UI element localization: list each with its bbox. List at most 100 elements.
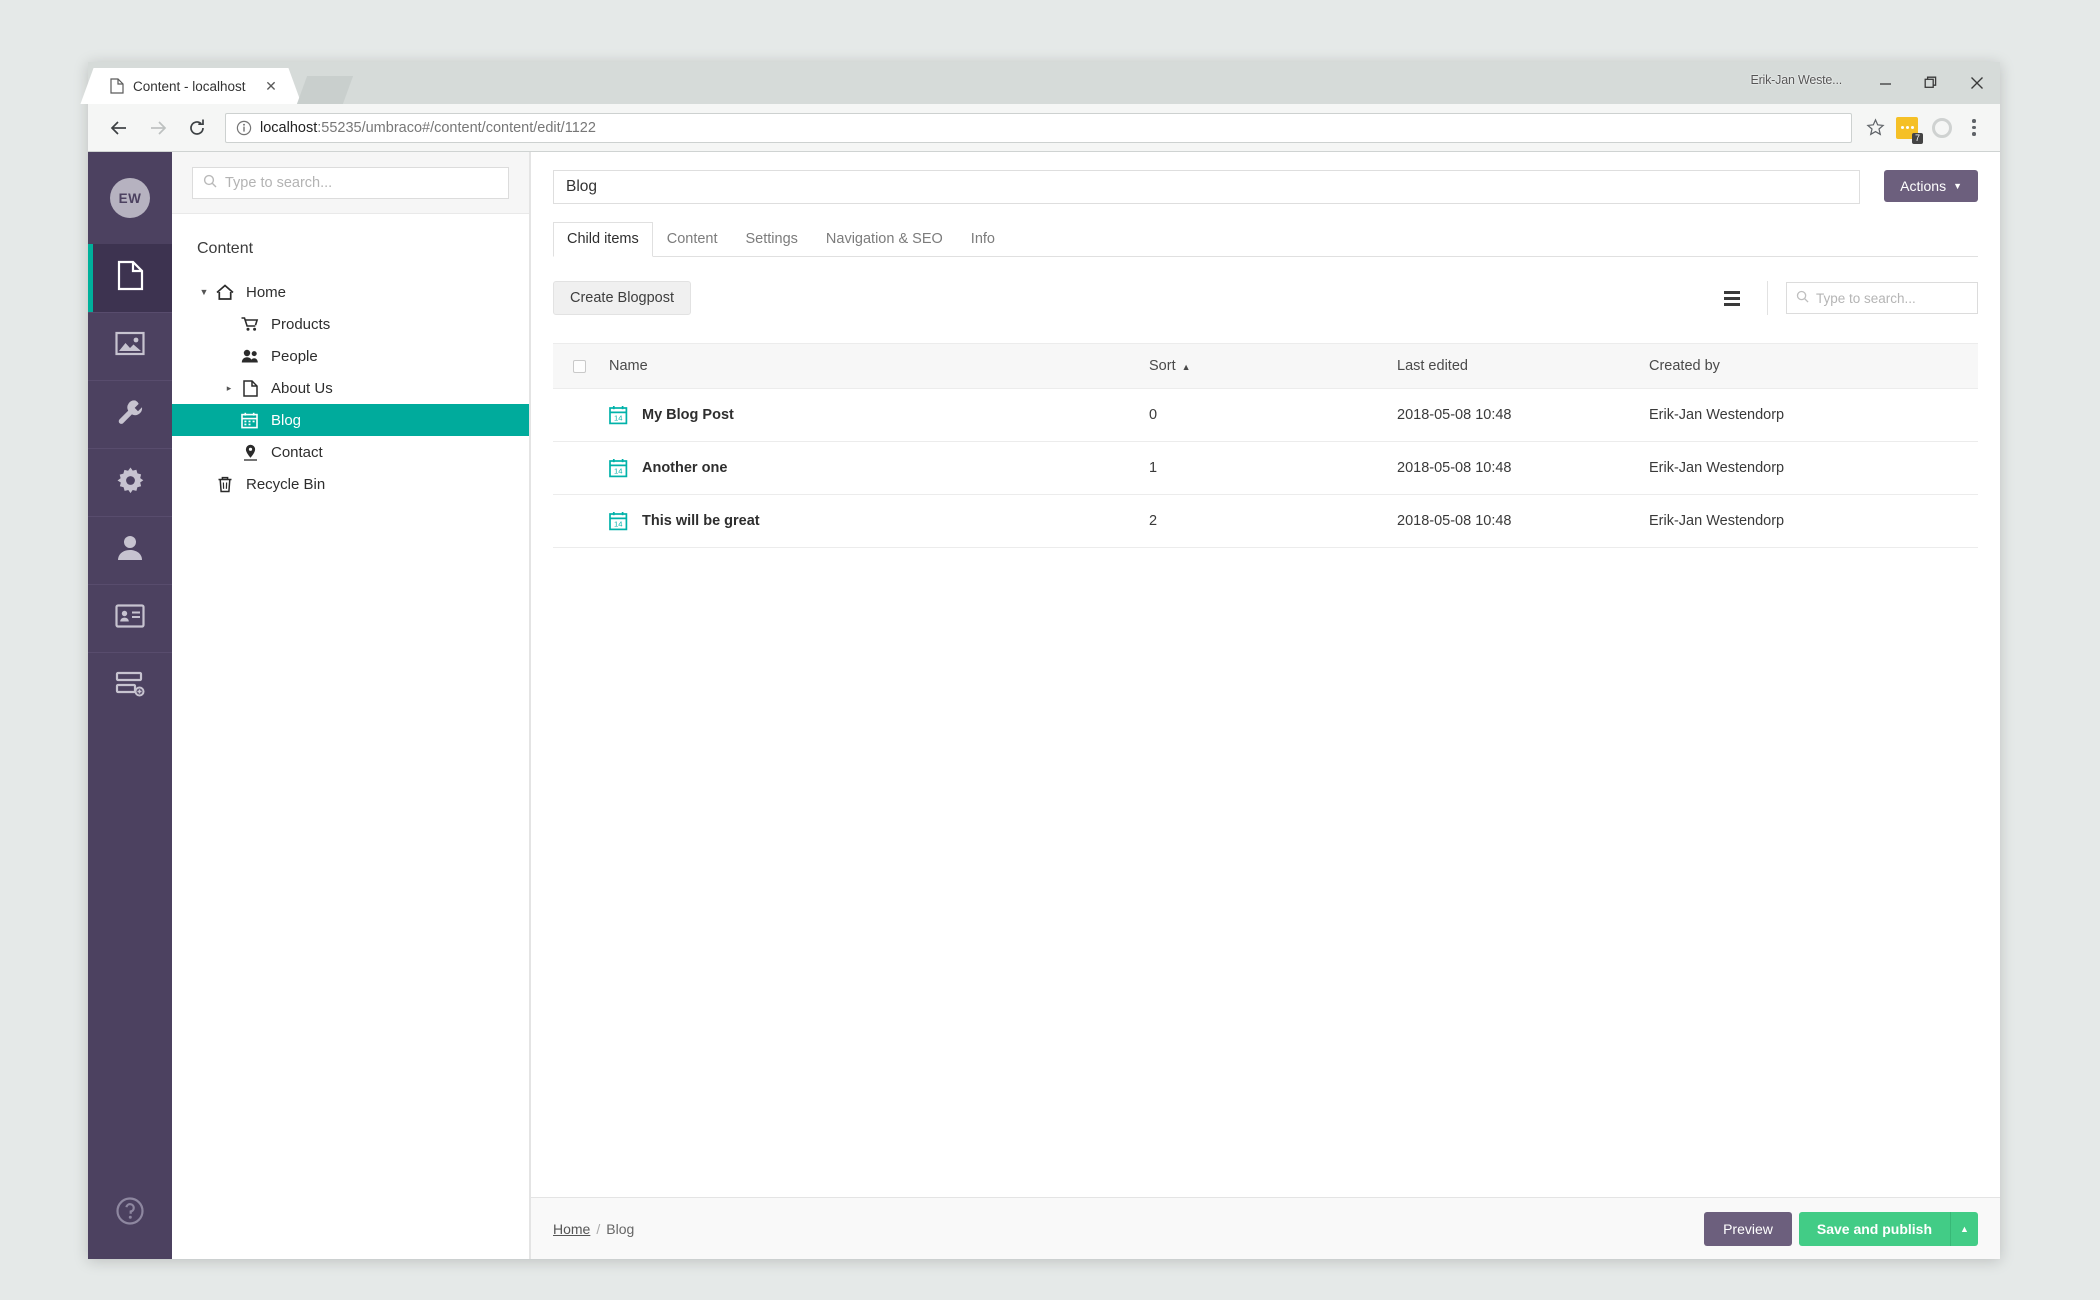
row-select-cell <box>553 494 599 548</box>
row-name-label: My Blog Post <box>642 407 734 423</box>
row-name-cell[interactable]: 14 This will be great <box>599 494 1139 548</box>
svg-text:14: 14 <box>614 467 622 476</box>
browser-tab-title: Content - localhost <box>133 78 246 94</box>
content-tree: ▼ Home ▸ <box>172 276 529 510</box>
tree-node-label: Products <box>271 315 331 333</box>
avatar[interactable]: EW <box>110 178 150 218</box>
editor-area: Blog Actions ▼ Child items Content Setti… <box>530 152 2000 1259</box>
save-and-publish-button[interactable]: Save and publish <box>1798 1211 1950 1246</box>
breadcrumb-home-link[interactable]: Home <box>553 1221 590 1237</box>
tree-node-people[interactable]: ▸ People <box>172 340 529 372</box>
column-header-created-by[interactable]: Created by <box>1639 343 1978 389</box>
help-circle-icon[interactable] <box>115 1196 145 1231</box>
column-header-sort[interactable]: Sort ▲ <box>1139 343 1387 389</box>
toolbar-divider <box>1767 281 1768 315</box>
chevron-right-icon[interactable]: ▸ <box>222 383 236 394</box>
listview-head: Name Sort ▲ Last edited Created by <box>553 343 1978 389</box>
sidebar-item-settings[interactable] <box>88 380 172 448</box>
editor-tabs: Child items Content Settings Navigation … <box>553 222 1978 257</box>
tree-node-about-us[interactable]: ▸ About Us <box>172 372 529 404</box>
close-icon[interactable]: ✕ <box>262 77 280 95</box>
window-controls <box>1862 62 2000 104</box>
tree-node-contact[interactable]: ▸ Contact <box>172 436 529 468</box>
table-row[interactable]: 14 Another one 1 2018-05-08 10:48 Erik-J… <box>553 441 1978 495</box>
chevron-down-icon[interactable]: ▼ <box>197 287 211 297</box>
new-tab-button[interactable] <box>296 76 354 104</box>
row-created-by-cell: Erik-Jan Westendorp <box>1639 388 1978 442</box>
listview-toolbar-right: Type to search... <box>1715 281 1978 315</box>
tree-node-label: Recycle Bin <box>246 475 326 493</box>
tree-node-label: People <box>271 347 318 365</box>
table-row[interactable]: 14 This will be great 2 2018-05-08 10:48… <box>553 494 1978 548</box>
publish-options-caret-icon[interactable]: ▲ <box>1950 1211 1978 1246</box>
chevron-down-icon: ▼ <box>1953 181 1962 191</box>
list-view-icon[interactable] <box>1715 283 1749 313</box>
back-arrow-icon[interactable] <box>102 111 136 145</box>
browser-toolbar: localhost:55235/umbraco#/content/content… <box>88 104 2000 152</box>
maximize-icon[interactable] <box>1908 62 1954 104</box>
sidebar-item-developer[interactable] <box>88 448 172 516</box>
tree-search-container: Type to search... <box>172 152 529 214</box>
url-path: :55235/umbraco#/content/content/edit/112… <box>317 119 596 136</box>
extension-icon-yellow[interactable]: 7 <box>1896 116 1923 144</box>
column-header-name[interactable]: Name <box>599 343 1139 389</box>
listview-search-input[interactable]: Type to search... <box>1786 282 1978 314</box>
listview-search-placeholder: Type to search... <box>1816 290 1916 306</box>
listview-table: Name Sort ▲ Last edited Created by 14 My… <box>553 343 1978 548</box>
browser-menu-icon[interactable] <box>1962 119 1986 136</box>
tab-settings[interactable]: Settings <box>732 222 812 257</box>
document-icon <box>117 260 144 296</box>
window-close-icon[interactable] <box>1954 62 2000 104</box>
row-last-edited-cell: 2018-05-08 10:48 <box>1387 494 1639 548</box>
select-all-header <box>553 343 599 389</box>
breadcrumb-separator: / <box>596 1220 601 1237</box>
reload-icon[interactable] <box>180 111 214 145</box>
row-name-label: This will be great <box>642 513 760 529</box>
sidebar-item-forms[interactable] <box>88 652 172 720</box>
browser-tab[interactable]: Content - localhost ✕ <box>96 68 286 104</box>
document-icon <box>238 379 262 397</box>
row-select-cell <box>553 388 599 442</box>
sidebar-item-content[interactable] <box>88 244 172 312</box>
sidebar-item-users[interactable] <box>88 516 172 584</box>
row-name-cell[interactable]: 14 Another one <box>599 441 1139 495</box>
image-icon <box>115 331 145 362</box>
row-name-label: Another one <box>642 460 728 476</box>
actions-button[interactable]: Actions ▼ <box>1884 170 1978 202</box>
editor-title-row: Blog Actions ▼ <box>553 170 1978 204</box>
tree-node-home[interactable]: ▼ Home <box>172 276 529 308</box>
tab-info[interactable]: Info <box>957 222 1009 257</box>
tab-content[interactable]: Content <box>653 222 732 257</box>
tab-child-items[interactable]: Child items <box>553 222 653 257</box>
search-icon <box>1796 290 1816 306</box>
table-row[interactable]: 14 My Blog Post 0 2018-05-08 10:48 Erik-… <box>553 388 1978 442</box>
browser-window: Content - localhost ✕ Erik-Jan Weste... <box>88 62 2000 1259</box>
browser-profile-label[interactable]: Erik-Jan Weste... <box>1750 73 1842 87</box>
create-blogpost-button[interactable]: Create Blogpost <box>553 281 691 315</box>
people-icon <box>238 348 262 364</box>
listview-toolbar: Create Blogpost Type to search... <box>553 281 1978 315</box>
row-name-cell[interactable]: 14 My Blog Post <box>599 388 1139 442</box>
select-all-checkbox[interactable] <box>573 359 586 373</box>
tree-node-products[interactable]: ▸ Products <box>172 308 529 340</box>
tree-node-label: Home <box>246 283 287 301</box>
tree-node-label: Blog <box>271 411 302 429</box>
minimize-icon[interactable] <box>1862 62 1908 104</box>
extension-icon-gray[interactable] <box>1932 117 1952 138</box>
tree-node-recycle-bin[interactable]: ▸ Recycle Bin <box>172 468 529 500</box>
preview-button[interactable]: Preview <box>1704 1211 1792 1246</box>
sidebar-item-media[interactable] <box>88 312 172 380</box>
map-pin-icon <box>238 444 262 461</box>
info-circle-icon[interactable] <box>236 120 252 136</box>
tree-node-blog[interactable]: ▸ Blog <box>172 404 529 436</box>
breadcrumb: Home / Blog <box>553 1221 634 1237</box>
node-name-input[interactable]: Blog <box>553 170 1861 204</box>
column-label-created-by: Created by <box>1649 358 1720 374</box>
tree-search-input[interactable]: Type to search... <box>192 166 509 199</box>
bookmark-star-icon[interactable] <box>1862 115 1888 141</box>
sidebar-item-members[interactable] <box>88 584 172 652</box>
address-bar[interactable]: localhost:55235/umbraco#/content/content… <box>225 112 1852 143</box>
column-header-last-edited[interactable]: Last edited <box>1387 343 1639 389</box>
tab-navigation-seo[interactable]: Navigation & SEO <box>812 222 957 257</box>
forward-arrow-icon <box>141 111 175 145</box>
